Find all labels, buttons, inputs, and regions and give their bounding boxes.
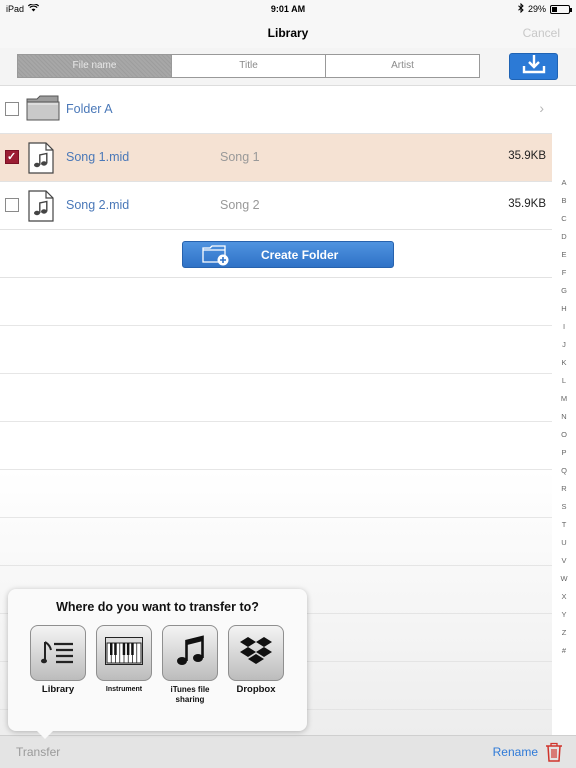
sort-by-artist[interactable]: Artist [325, 55, 479, 77]
file-title: Song 2 [220, 198, 260, 212]
destination-label: Library [41, 684, 75, 695]
transfer-popover: Where do you want to transfer to? Librar… [8, 589, 307, 739]
destination-label: iTunes file sharing [170, 685, 210, 704]
file-name: Song 2.mid [66, 198, 130, 212]
create-folder-button[interactable]: Create Folder [182, 241, 394, 268]
popover-heading: Where do you want to transfer to? [56, 600, 259, 614]
select-checkbox[interactable] [5, 198, 19, 212]
index-letter[interactable]: V [558, 556, 570, 574]
sort-by-title[interactable]: Title [171, 55, 325, 77]
index-letter[interactable]: T [558, 520, 570, 538]
index-letter[interactable]: F [558, 268, 570, 286]
select-checkbox[interactable] [5, 102, 19, 116]
index-letter[interactable]: Q [558, 466, 570, 484]
index-letter[interactable]: X [558, 592, 570, 610]
destination-itunes[interactable]: iTunes file sharing [162, 625, 218, 705]
empty-row [0, 470, 552, 518]
list-item-file[interactable]: Song 1.mid Song 1 35.9KB [0, 134, 552, 182]
trash-icon[interactable] [545, 742, 563, 767]
index-letter[interactable]: L [558, 376, 570, 394]
list-item-file[interactable]: Song 2.mid Song 2 35.9KB [0, 182, 552, 230]
empty-row [0, 326, 552, 374]
rename-button[interactable]: Rename [493, 745, 538, 759]
create-folder-label: Create Folder [261, 248, 339, 262]
index-letter[interactable]: O [558, 430, 570, 448]
transfer-button[interactable]: Transfer [16, 745, 60, 759]
import-button[interactable] [509, 53, 558, 80]
index-letter[interactable]: I [558, 322, 570, 340]
file-title: Song 1 [220, 150, 260, 164]
index-letter[interactable]: C [558, 214, 570, 232]
empty-row [0, 422, 552, 470]
file-size: 35.9KB [508, 150, 546, 162]
index-letter[interactable]: U [558, 538, 570, 556]
index-letter[interactable]: P [558, 448, 570, 466]
index-letter[interactable]: K [558, 358, 570, 376]
sort-segmented-control: File name Title Artist [17, 54, 480, 78]
destination-library[interactable]: Library [30, 625, 86, 695]
index-letter[interactable]: B [558, 196, 570, 214]
bottom-toolbar: Transfer Rename [0, 735, 576, 768]
status-bar: iPad 9:01 AM 29% [0, 0, 576, 18]
clock: 9:01 AM [270, 4, 306, 14]
list-item-folder[interactable]: Folder A › [0, 86, 552, 134]
select-checkbox[interactable] [5, 150, 19, 164]
index-letter[interactable]: H [558, 304, 570, 322]
empty-row [0, 518, 552, 566]
index-letter[interactable]: D [558, 232, 570, 250]
index-letter[interactable]: M [558, 394, 570, 412]
bluetooth-icon [518, 2, 524, 15]
index-letter[interactable]: # [558, 646, 570, 664]
library-icon [41, 636, 75, 671]
index-letter[interactable]: G [558, 286, 570, 304]
index-letter[interactable]: E [558, 250, 570, 268]
destination-dropbox[interactable]: Dropbox [228, 625, 284, 695]
create-folder-row: Create Folder [0, 230, 552, 278]
battery-percent: 29% [527, 4, 546, 14]
new-folder-icon [201, 244, 231, 271]
file-name: Song 1.mid [66, 150, 130, 164]
destination-label: Instrument [105, 686, 143, 693]
index-letter[interactable]: Y [558, 610, 570, 628]
dropbox-icon [239, 635, 273, 672]
index-letter[interactable]: J [558, 340, 570, 358]
battery-icon [550, 4, 572, 14]
sort-by-file-name[interactable]: File name [18, 55, 171, 77]
sort-bar: File name Title Artist [0, 48, 576, 86]
file-size: 35.9KB [508, 198, 546, 210]
index-letter[interactable]: R [558, 484, 570, 502]
piano-icon [105, 636, 143, 670]
index-letter[interactable]: W [558, 574, 570, 592]
music-note-icon [175, 634, 205, 672]
cancel-button[interactable]: Cancel [523, 26, 560, 40]
file-name: Folder A [66, 102, 113, 116]
alphabet-index[interactable]: A B C D E F G H I J K L M N O P Q R S T U V W X Y Z # [558, 178, 570, 664]
index-letter[interactable]: S [558, 502, 570, 520]
destination-instrument[interactable]: Instrument [96, 625, 152, 695]
index-letter[interactable]: Z [558, 628, 570, 646]
index-letter[interactable]: A [558, 178, 570, 196]
download-icon [522, 54, 546, 79]
folder-icon [26, 94, 60, 127]
page-title: Library [267, 26, 309, 40]
music-file-icon [26, 142, 56, 179]
music-file-icon [26, 190, 56, 227]
empty-row [0, 278, 552, 326]
index-letter[interactable]: N [558, 412, 570, 430]
empty-row [0, 374, 552, 422]
navigation-bar: Library Cancel [0, 18, 576, 48]
destination-label: Dropbox [236, 684, 276, 695]
chevron-right-icon: › [539, 100, 544, 116]
